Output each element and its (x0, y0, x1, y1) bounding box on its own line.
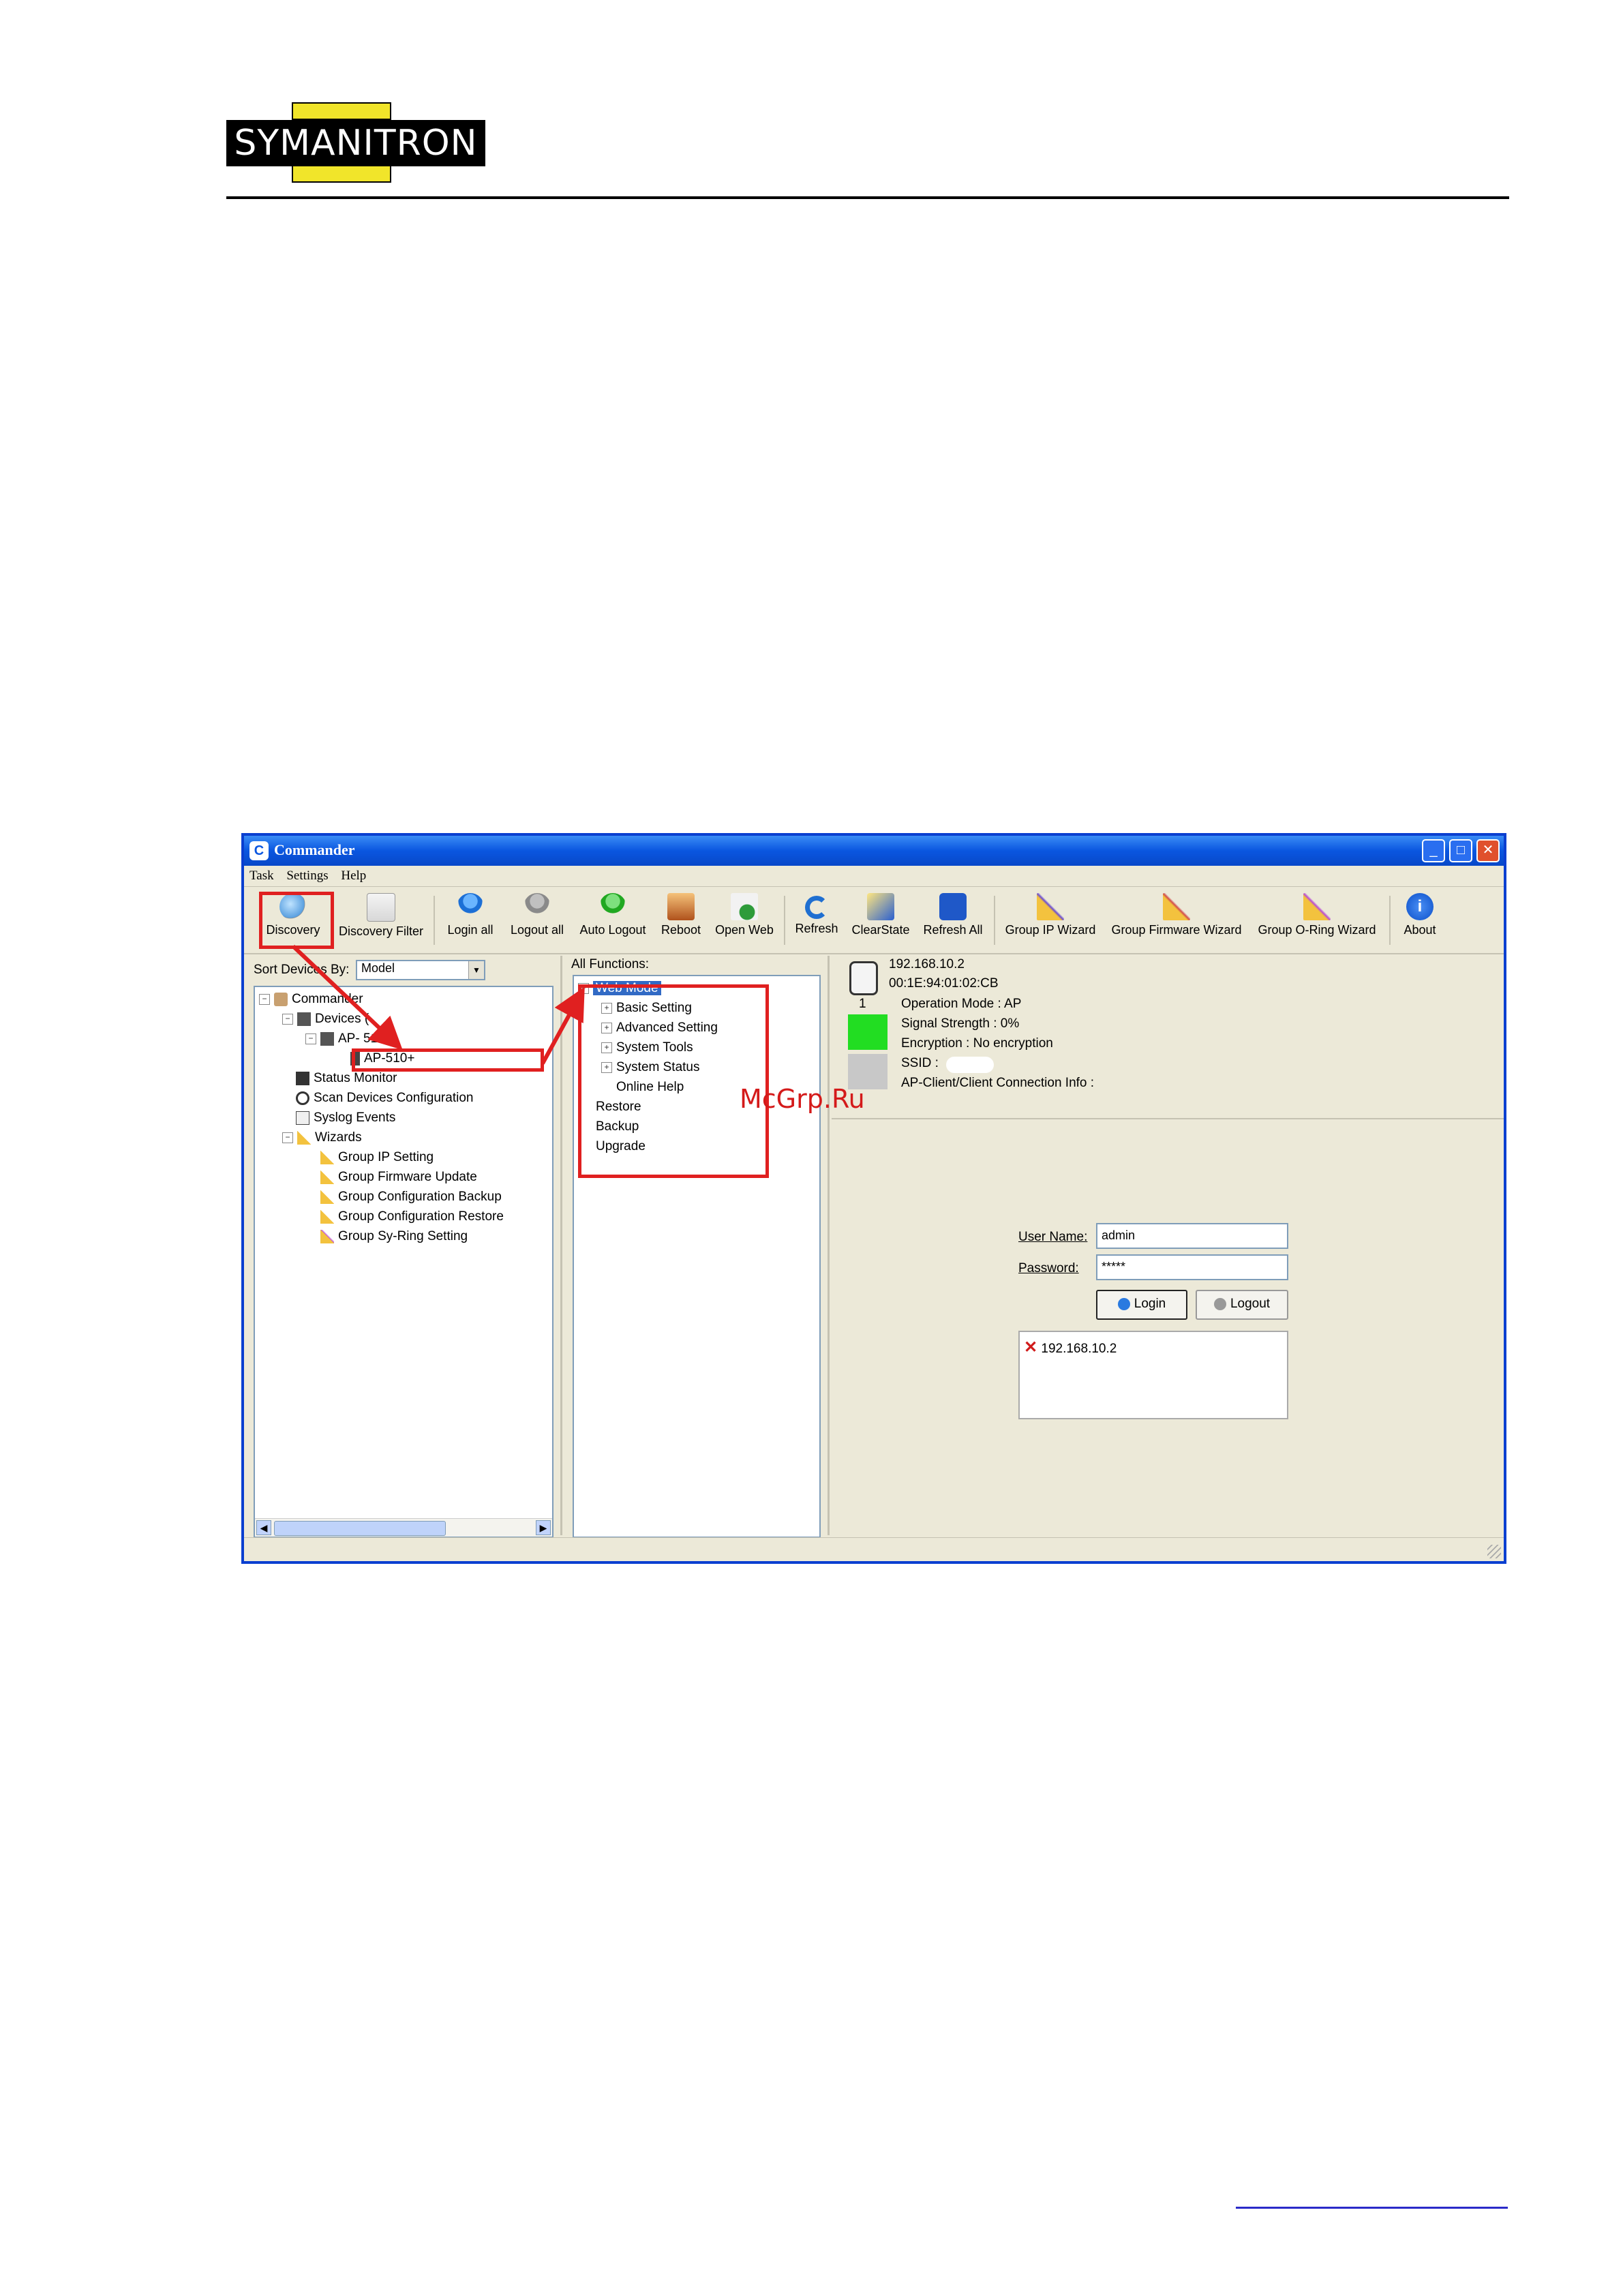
annotation-arrows (291, 944, 585, 1065)
watermark-text: McGrp.Ru (740, 1084, 865, 1114)
arrow-device-to-functions (541, 986, 585, 1065)
arrow-discovery-to-device (291, 944, 403, 1051)
